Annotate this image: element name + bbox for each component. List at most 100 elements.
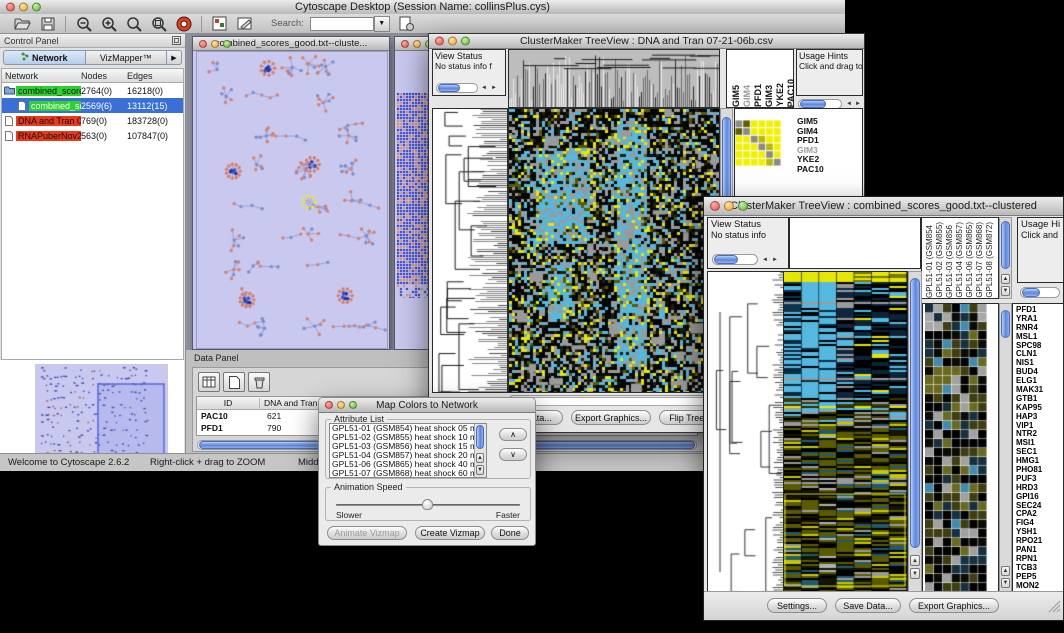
treeview2-column-dendrogram[interactable] (789, 217, 921, 269)
view-status-scrollbar[interactable] (436, 83, 478, 93)
array-column-label[interactable]: GPL51-01 (GSM854 (925, 225, 934, 298)
close-icon[interactable] (6, 3, 15, 12)
gene-label[interactable]: RPO21 (1016, 536, 1063, 545)
zoom-out-icon[interactable] (73, 14, 94, 33)
save-data-button[interactable]: Save Data... (835, 598, 901, 613)
tab-vizmapper[interactable]: VizMapper™ (86, 50, 168, 65)
gene-label[interactable]: PEP5 (1016, 572, 1063, 581)
scroll-right-icon[interactable]: ► (772, 255, 778, 265)
zoom-icon[interactable] (32, 3, 41, 12)
array-column-label[interactable]: GIM5 (731, 85, 741, 107)
minimize-icon[interactable] (413, 40, 421, 48)
scroll-down-icon[interactable]: ▼ (1001, 286, 1010, 296)
float-panel-icon[interactable] (172, 32, 181, 50)
gene-label[interactable]: PFD1 (1016, 305, 1063, 314)
close-icon[interactable] (199, 40, 207, 48)
gene-label[interactable]: GPI16 (1016, 492, 1063, 501)
attribute-listbox[interactable]: GPL51-01 (GSM854) heat shock 05 min GPL51… (329, 423, 487, 478)
resize-grip[interactable] (1047, 599, 1061, 618)
gene-label[interactable]: MSI1 (1016, 438, 1063, 447)
gene-label[interactable]: CPA2 (1016, 509, 1063, 518)
minimize-icon[interactable] (211, 40, 219, 48)
column-edges[interactable]: Edges (127, 71, 183, 81)
scroll-left-icon[interactable]: ◄ (762, 255, 768, 265)
gene-label[interactable]: PAN1 (1016, 545, 1063, 554)
gene-label[interactable]: MON2 (1016, 581, 1063, 590)
attribute-item[interactable]: GPL51-06 (GSM865) heat shock 40 min (332, 460, 486, 469)
open-file-icon[interactable] (12, 14, 33, 33)
dense-network-canvas[interactable] (397, 93, 431, 298)
network-row[interactable]: DNA and Tran 07 769(0) 183728(0) (2, 113, 183, 128)
gene-label[interactable]: FIG4 (1016, 518, 1063, 527)
treeview2-vscrollbar[interactable]: ▲ ▼ (908, 271, 922, 593)
overview-canvas[interactable] (35, 364, 168, 456)
network-canvas[interactable] (196, 51, 388, 349)
gene-label[interactable]: HMG1 (1016, 456, 1063, 465)
zoom-icon[interactable] (349, 401, 357, 409)
gene-label[interactable]: VIP1 (1016, 421, 1063, 430)
main-titlebar[interactable]: Cytoscape Desktop (Session Name: collins… (0, 0, 845, 15)
help-lifering-icon[interactable] (173, 14, 194, 33)
column-network[interactable]: Network (2, 71, 81, 81)
treeview1-heatmap[interactable] (508, 108, 720, 393)
array-column-label[interactable]: GIM4 (742, 85, 752, 107)
gene-label[interactable]: ELG1 (1016, 376, 1063, 385)
scroll-up-icon[interactable]: ▲ (1001, 274, 1010, 284)
gene-label[interactable]: RPN1 (1016, 554, 1063, 563)
main-window-controls[interactable] (6, 3, 41, 12)
scroll-down-icon[interactable]: ▼ (1001, 578, 1010, 588)
network-row[interactable]: combined_sco 2569(6) 13112(15) (2, 98, 183, 113)
new-attribute-button[interactable] (223, 372, 245, 392)
minimize-icon[interactable] (448, 37, 457, 46)
gene-label[interactable]: PUF3 (1016, 474, 1063, 483)
zoom-icon[interactable] (738, 201, 748, 211)
array-column-label[interactable]: YKE2 (775, 83, 785, 107)
slider-thumb[interactable] (422, 499, 433, 510)
attribute-item[interactable]: GPL51-01 (GSM854) heat shock 05 min (332, 424, 486, 433)
gene-label[interactable]: TCB3 (1016, 563, 1063, 572)
close-icon[interactable] (710, 201, 720, 211)
treeview1-column-dendrogram[interactable] (508, 49, 720, 108)
treeview2-labels-vscrollbar[interactable]: ▲ ▼ (999, 217, 1012, 299)
delete-attribute-icon[interactable] (248, 372, 270, 392)
move-up-button[interactable]: ∧ (499, 428, 527, 441)
zoom-icon[interactable] (223, 40, 231, 48)
search-input[interactable] (310, 17, 374, 31)
treeview1-hscrollbar[interactable] (508, 395, 718, 406)
gene-label[interactable]: YRA1 (1016, 314, 1063, 323)
export-graphics-button[interactable]: Export Graphics... (909, 598, 999, 613)
tv1-row-dendrogram-canvas[interactable] (433, 109, 507, 392)
gene-label[interactable]: GTB1 (1016, 394, 1063, 403)
attribute-item[interactable]: GPL51-04 (GSM857) heat shock 20 min (332, 451, 486, 460)
scroll-left-icon[interactable]: ◄ (481, 83, 487, 93)
gene-label[interactable]: HRD3 (1016, 483, 1063, 492)
network-row[interactable]: combined_scores 2764(0) 16218(0) (2, 83, 183, 98)
create-vizmap-button[interactable]: Create Vizmap (415, 526, 485, 540)
animate-vizmap-button[interactable]: Animate Vizmap (327, 526, 407, 540)
scroll-right-icon[interactable]: ► (491, 83, 497, 93)
attribute-item[interactable]: GPL51-03 (GSM856) heat shock 15 min (332, 442, 486, 451)
zoom-in-icon[interactable] (98, 14, 119, 33)
gene-label[interactable]: NIS1 (1016, 358, 1063, 367)
tab-overflow-button[interactable]: ▶ (167, 50, 182, 65)
move-down-button[interactable]: ∨ (499, 448, 527, 461)
treeview2-heatmap[interactable] (783, 271, 908, 593)
array-column-label[interactable]: GPL51-07 (GSM868) (975, 222, 984, 298)
column-nodes[interactable]: Nodes (81, 71, 127, 81)
network-view-titlebar[interactable]: combined_scores_good.txt--cluste... (193, 37, 389, 51)
done-button[interactable]: Done (491, 526, 529, 540)
treeview2-row-dendrogram[interactable] (707, 271, 784, 593)
gene-label[interactable]: HAP3 (1016, 412, 1063, 421)
array-column-label[interactable]: PFD1 (753, 84, 763, 107)
close-icon[interactable] (435, 37, 444, 46)
gene-label[interactable]: RNR4 (1016, 323, 1063, 332)
column-id[interactable]: ID (197, 398, 260, 408)
gene-label[interactable]: SEC24 (1016, 501, 1063, 510)
scroll-up-icon[interactable]: ▲ (910, 555, 920, 566)
gene-label[interactable]: MAK31 (1016, 385, 1063, 394)
gene-label[interactable]: YSH1 (1016, 527, 1063, 536)
network-list-header[interactable]: Network Nodes Edges (2, 69, 183, 83)
search-dropdown-button[interactable]: ▼ (374, 16, 390, 32)
settings-button[interactable]: Settings... (767, 598, 827, 613)
minimize-icon[interactable] (19, 3, 28, 12)
